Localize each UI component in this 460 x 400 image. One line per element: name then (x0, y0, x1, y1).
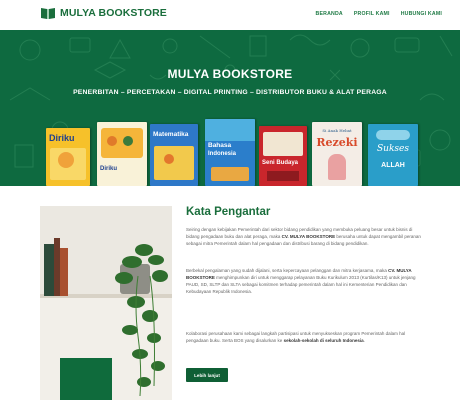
book-cover-row: Diriku Diriku Matematika Bahasa Indonesi… (42, 119, 422, 186)
book-cover-rezeki[interactable]: Si Anak Hebat Rezeki (312, 122, 362, 186)
intro-paragraph-2: Berbekal pengalaman yang sudah dijalani,… (186, 267, 426, 295)
nav-hubungi-kami[interactable]: HUBUNGI KAMI (401, 11, 442, 17)
book-cover-matematika[interactable]: Matematika (150, 124, 198, 186)
logo-text: MULYA BOOKSTORE (60, 7, 167, 19)
top-navbar: MULYA BOOKSTORE BERANDA PROFIL KAMI HUBU… (0, 0, 460, 30)
book-cover-sukses[interactable]: Sukses ALLAH (368, 124, 418, 186)
p3-text-b: . (363, 338, 365, 343)
p3-schools-highlight: sekolah-sekolah di seluruh Indonesia (283, 338, 364, 343)
hero-title: MULYA BOOKSTORE (167, 67, 293, 81)
nav-profil-kami[interactable]: PROFIL KAMI (354, 11, 390, 17)
book-logo-icon (40, 6, 56, 20)
section-title: Kata Pengantar (186, 206, 271, 218)
main-nav: BERANDA PROFIL KAMI HUBUNGI KAMI (316, 11, 442, 17)
book-cover-seni-budaya[interactable]: Seni Budaya (259, 126, 307, 186)
book-cover-bahasa-indonesia[interactable]: Bahasa Indonesia (205, 119, 255, 186)
photo-accent-block (60, 358, 112, 400)
book-cover-diriku-2[interactable]: Diriku (97, 122, 147, 186)
hero-banner: MULYA BOOKSTORE PENERBITAN – PERCETAKAN … (0, 30, 460, 186)
intro-paragraph-3: Kolaborasi perusahaan kami sebagai langk… (186, 330, 426, 344)
p1-company-name: CV. MULYA BOOKSTORE (281, 234, 336, 239)
nav-beranda[interactable]: BERANDA (316, 11, 343, 17)
read-more-button[interactable]: Lebih lanjut (186, 368, 228, 382)
book-cover-diriku[interactable]: Diriku (46, 128, 90, 186)
p2-text-a: Berbekal pengalaman yang sudah dijalani,… (186, 268, 389, 273)
site-logo[interactable]: MULYA BOOKSTORE (40, 6, 167, 20)
intro-paragraph-1: Seiring dengan kebijakan Pemerintah dari… (186, 226, 426, 247)
hero-subtitle: PENERBITAN – PERCETAKAN – DIGITAL PRINTI… (73, 89, 387, 96)
p2-text-b: menghimpunkan diri untuk menggarap pelay… (186, 275, 416, 294)
